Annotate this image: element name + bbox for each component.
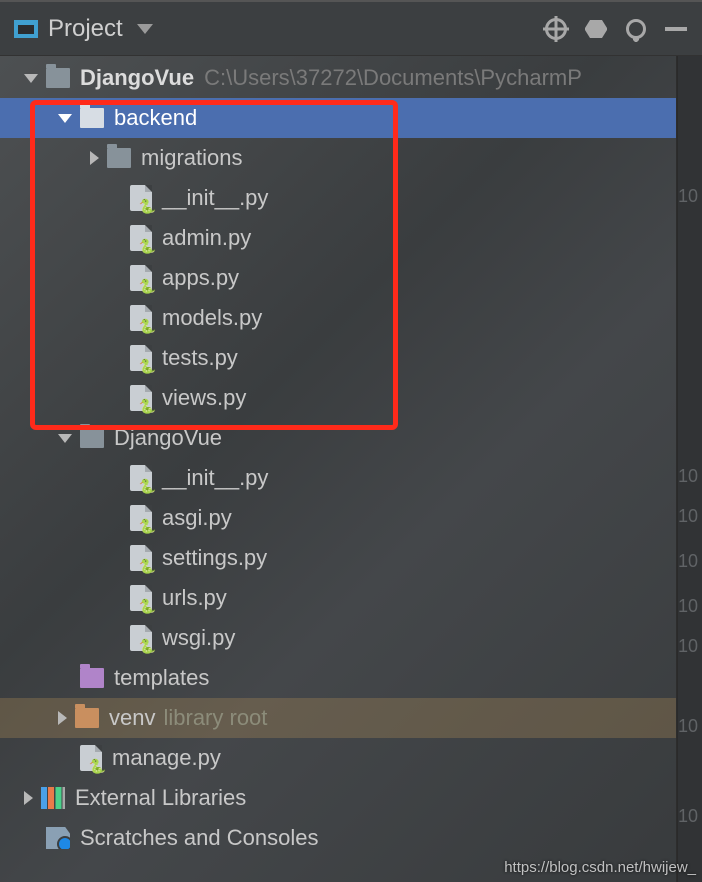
gutter-number: 10 [678,466,698,487]
gutter-number: 10 [678,596,698,617]
tree-item-label: DjangoVue [80,65,194,91]
folder-icon [75,708,99,728]
tree-item-label: venv [109,705,155,731]
python-file-icon [130,465,152,491]
tree-item-label: __init__.py [162,465,268,491]
python-file-icon [130,505,152,531]
expand-arrow-icon[interactable] [58,114,72,123]
tree-item-label: wsgi.py [162,625,235,651]
gutter-number: 10 [678,806,698,827]
tree-file[interactable]: admin.py [0,218,676,258]
tree-item-label: admin.py [162,225,251,251]
arrow-placeholder [24,831,38,845]
python-file-icon [130,225,152,251]
collapse-all-button[interactable] [576,9,616,49]
tree-file[interactable]: apps.py [0,258,676,298]
tree-item-label: settings.py [162,545,267,571]
tree-item-label: DjangoVue [114,425,222,451]
scratch-icon [46,827,70,849]
python-file-icon [130,385,152,411]
tree-item-label: External Libraries [75,785,246,811]
folder-icon [46,68,70,88]
folder-icon [80,668,104,688]
project-tree[interactable]: DjangoVue C:\Users\37272\Documents\Pycha… [0,56,676,858]
watermark: https://blog.csdn.net/hwijew_ [504,859,696,876]
tree-file[interactable]: views.py [0,378,676,418]
expand-arrow-icon[interactable] [24,74,38,83]
locate-button[interactable] [536,9,576,49]
tree-file[interactable]: tests.py [0,338,676,378]
python-file-icon [130,585,152,611]
tree-item-label: backend [114,105,197,131]
folder-icon [107,148,131,168]
tree-file[interactable]: settings.py [0,538,676,578]
tree-folder-migrations[interactable]: migrations [0,138,676,178]
tree-folder-templates[interactable]: templates [0,658,676,698]
arrow-placeholder [58,671,72,685]
gutter-number: 10 [678,636,698,657]
folder-icon [80,428,104,448]
arrow-placeholder [58,751,72,765]
folder-icon [80,108,104,128]
tree-root-djangovue[interactable]: DjangoVue C:\Users\37272\Documents\Pycha… [0,58,676,98]
minimize-button[interactable] [656,9,696,49]
tree-scratches[interactable]: Scratches and Consoles [0,818,676,858]
gutter-number: 10 [678,186,698,207]
topbar: Project [0,0,702,56]
expand-arrow-icon[interactable] [58,434,72,443]
tree-item-label: asgi.py [162,505,232,531]
target-icon [545,18,567,40]
collapse-icon [585,20,607,38]
tree-external-libraries[interactable]: External Libraries [0,778,676,818]
gutter-number: 10 [678,716,698,737]
tree-item-label: manage.py [112,745,221,771]
tree-file[interactable]: asgi.py [0,498,676,538]
minimize-icon [665,27,687,31]
python-file-icon [130,305,152,331]
editor-gutter: 10 10 10 10 10 10 10 10 [677,56,702,882]
tree-item-label: views.py [162,385,246,411]
tree-item-label: urls.py [162,585,227,611]
tree-folder-backend[interactable]: backend [0,98,676,138]
tree-folder-venv[interactable]: venv library root [0,698,676,738]
tree-file[interactable]: __init__.py [0,178,676,218]
python-file-icon [130,625,152,651]
gutter-number: 10 [678,551,698,572]
project-tree-panel: DjangoVue C:\Users\37272\Documents\Pycha… [0,56,677,882]
python-file-icon [80,745,102,771]
tree-item-suffix: library root [163,705,267,731]
tree-item-label: tests.py [162,345,238,371]
tree-file[interactable]: models.py [0,298,676,338]
libraries-icon [41,787,65,809]
tree-file-manage[interactable]: manage.py [0,738,676,778]
settings-button[interactable] [616,9,656,49]
project-view-icon [14,20,38,38]
tree-item-label: migrations [141,145,242,171]
gear-icon [626,19,646,39]
tree-file[interactable]: urls.py [0,578,676,618]
tree-item-label: models.py [162,305,262,331]
tree-item-path: C:\Users\37272\Documents\PycharmP [204,65,582,91]
gutter-number: 10 [678,506,698,527]
project-dropdown[interactable]: Project [6,11,161,47]
tree-item-label: Scratches and Consoles [80,825,318,851]
expand-arrow-icon[interactable] [90,151,99,165]
python-file-icon [130,345,152,371]
python-file-icon [130,185,152,211]
tree-file[interactable]: wsgi.py [0,618,676,658]
tree-file[interactable]: __init__.py [0,458,676,498]
python-file-icon [130,265,152,291]
tree-item-label: apps.py [162,265,239,291]
project-label: Project [48,15,123,43]
expand-arrow-icon[interactable] [58,711,67,725]
tree-item-label: templates [114,665,209,691]
chevron-down-icon [137,24,153,34]
python-file-icon [130,545,152,571]
tree-item-label: __init__.py [162,185,268,211]
tree-folder-djangovue-inner[interactable]: DjangoVue [0,418,676,458]
expand-arrow-icon[interactable] [24,791,33,805]
